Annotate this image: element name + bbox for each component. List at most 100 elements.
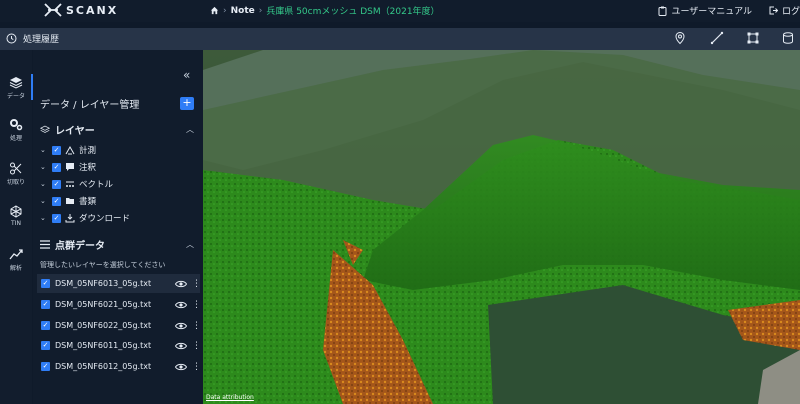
logout-label: ログ [781,7,800,17]
home-icon[interactable] [210,6,219,15]
history-button[interactable]: 処理履歴 [6,32,59,45]
logo-mark-icon [44,3,62,17]
pointcloud-checkbox[interactable]: ✓ [41,300,50,309]
measure-line-icon[interactable] [710,31,724,45]
pointcloud-checkbox[interactable]: ✓ [41,362,50,371]
layers-heading: レイヤー [55,126,95,137]
pointcloud-row[interactable]: ✓ DSM_05NF6021_05g.txt ⋮ [37,295,201,314]
rail-item-analysis[interactable]: 解析 [0,248,32,272]
pointcloud-file-name: DSM_05NF6011_05g.txt [55,341,152,350]
layer-label: ダウンロード [79,214,131,224]
rail-item-label: TIN [11,220,21,227]
clock-icon [6,33,17,44]
chevron-up-icon[interactable]: ︿ [186,239,194,250]
list-icon [40,240,50,249]
eye-icon[interactable] [175,342,187,350]
pointcloud-row[interactable]: ✓ DSM_05NF6022_05g.txt ⋮ [37,316,201,335]
comment-icon [66,163,74,171]
rail-item-processing[interactable]: 処理 [0,118,32,142]
gears-icon [10,119,23,131]
chevron-down-icon[interactable]: ⌄ [40,214,48,222]
chevron-down-icon[interactable]: ⌄ [40,163,48,171]
rail-item-label: データ [6,93,25,100]
rail-item-label: 切取り [6,179,25,186]
add-data-button[interactable]: + [180,97,194,110]
breadcrumb: › Note › 兵庫県 50cmメッシュ DSM（2021年度） [210,4,440,17]
chevron-down-icon[interactable]: ⌄ [40,197,48,205]
pointcloud-heading: 点群データ [55,241,105,252]
pointcloud-hint: 管理したいレイヤーを選択してください [40,261,166,269]
layers-icon [9,77,23,89]
more-options-icon[interactable]: ⋮ [192,362,201,372]
layer-item-vector[interactable]: ⌄ ✓ ベクトル [40,178,113,190]
pointcloud-file-name: DSM_05NF6013_05g.txt [55,279,152,288]
pointcloud-row[interactable]: ✓ DSM_05NF6013_05g.txt ⋮ [37,274,201,293]
folder-icon [66,198,74,204]
rail-item-clip[interactable]: 切取り [0,162,32,186]
layer-label: ベクトル [79,180,114,190]
more-options-icon[interactable]: ⋮ [192,321,201,331]
pointcloud-section-header[interactable]: 点群データ [40,237,105,252]
rail-item-label: 解析 [9,265,22,272]
pointcloud-row[interactable]: ✓ DSM_05NF6011_05g.txt ⋮ [37,336,201,355]
data-attribution-link[interactable]: Data attribution [206,394,254,401]
chevron-down-icon[interactable]: ⌄ [40,180,48,188]
more-options-icon[interactable]: ⋮ [192,341,201,351]
logout-icon [769,6,778,15]
collapse-panel-icon[interactable]: « [183,68,190,82]
layer-checkbox[interactable]: ✓ [52,162,61,172]
pointcloud-checkbox[interactable]: ✓ [41,341,50,350]
map-pin-icon[interactable] [673,31,687,45]
layer-item-download[interactable]: ⌄ ✓ ダウンロード [40,212,130,224]
tin-icon [10,205,22,218]
layer-checkbox[interactable]: ✓ [52,145,61,155]
eye-icon[interactable] [175,322,187,330]
eye-icon[interactable] [175,280,187,288]
pointcloud-file-name: DSM_05NF6022_05g.txt [55,321,152,330]
layers-section-header[interactable]: レイヤー [40,122,95,137]
user-manual-label: ユーザーマニュアル [671,7,752,17]
layers-icon [40,125,50,133]
rail-item-tin[interactable]: TIN [0,205,32,227]
rail-item-label: 処理 [9,135,22,142]
volume-icon[interactable] [781,31,795,45]
history-label: 処理履歴 [23,35,60,45]
more-options-icon[interactable]: ⋮ [192,300,201,310]
pointcloud-checkbox[interactable]: ✓ [41,279,50,288]
rail-item-data[interactable]: データ [0,76,32,100]
area-select-icon[interactable] [746,31,760,45]
more-options-icon[interactable]: ⋮ [192,279,201,289]
chevron-right-icon: › [223,5,227,16]
eye-icon[interactable] [175,301,187,309]
logout-button[interactable]: ログ [769,4,800,17]
pointcloud-checkbox[interactable]: ✓ [41,321,50,330]
layer-label: 計測 [79,146,97,156]
pointcloud-file-name: DSM_05NF6021_05g.txt [55,300,152,309]
layer-item-documents[interactable]: ⌄ ✓ 書類 [40,195,96,207]
breadcrumb-current-page: 兵庫県 50cmメッシュ DSM（2021年度） [266,7,440,17]
layer-label: 書類 [79,197,97,207]
layer-item-measure[interactable]: ⌄ ✓ 計測 [40,144,96,156]
logo-text: SCANX [66,3,119,17]
chevron-up-icon[interactable]: ︿ [186,124,194,135]
side-nav-rail: データ 処理 切取り TIN 解析 [0,50,32,404]
layer-label: 注釈 [79,163,97,173]
measure-icon [65,145,75,155]
chart-icon [9,249,23,260]
chevron-down-icon[interactable]: ⌄ [40,146,48,154]
layer-checkbox[interactable]: ✓ [52,179,61,189]
breadcrumb-note[interactable]: Note [231,6,255,16]
terrain-3d-view[interactable] [203,50,800,404]
layer-item-annotation[interactable]: ⌄ ✓ 注釈 [40,161,96,173]
app-logo[interactable]: SCANX [44,3,118,17]
eye-icon[interactable] [175,363,187,371]
layer-checkbox[interactable]: ✓ [52,213,61,223]
vector-icon [66,181,74,187]
layer-panel: « データ / レイヤー管理 + レイヤー ︿ ⌄ ✓ 計測 ⌄ ✓ 注釈 ⌄ … [33,50,203,404]
pointcloud-row[interactable]: ✓ DSM_05NF6012_05g.txt ⋮ [37,357,201,376]
map-viewport[interactable]: Data attribution [203,50,800,404]
top-bar: SCANX › Note › 兵庫県 50cmメッシュ DSM（2021年度） … [0,0,800,22]
layer-checkbox[interactable]: ✓ [52,196,61,206]
pointcloud-file-name: DSM_05NF6012_05g.txt [55,362,152,371]
user-manual-link[interactable]: ユーザーマニュアル [658,4,752,17]
